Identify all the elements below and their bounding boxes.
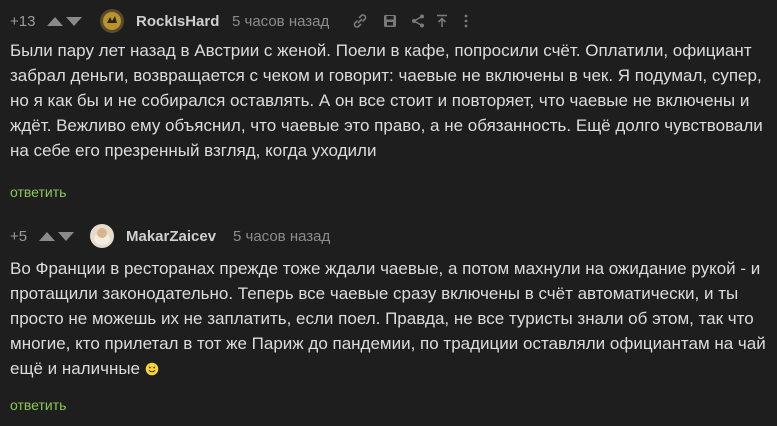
link-icon[interactable] bbox=[351, 12, 369, 30]
comment-score: +5 bbox=[10, 228, 28, 245]
more-icon[interactable] bbox=[457, 12, 475, 30]
comment-header: +5 MakarZaicev 5 часов назад bbox=[0, 217, 777, 261]
scroll-up-icon[interactable] bbox=[433, 12, 451, 30]
comment-text-body: Во Франции в ресторанах прежде тоже ждал… bbox=[10, 259, 766, 378]
vote-up-icon[interactable] bbox=[47, 17, 63, 26]
save-icon[interactable] bbox=[381, 12, 399, 30]
smiley-icon bbox=[145, 358, 159, 376]
reply-button[interactable]: ответить bbox=[10, 397, 66, 413]
author-name[interactable]: MakarZaicev bbox=[126, 228, 216, 245]
comment-time[interactable]: 5 часов назад bbox=[233, 228, 330, 245]
comment: +5 MakarZaicev 5 часов назад Во Франции … bbox=[0, 217, 777, 413]
comment-time[interactable]: 5 часов назад bbox=[232, 13, 329, 30]
avatar[interactable] bbox=[100, 9, 124, 33]
author-name[interactable]: RockIsHard bbox=[136, 13, 219, 30]
share-icon[interactable] bbox=[409, 12, 427, 30]
comment-text: Во Франции в ресторанах прежде тоже ждал… bbox=[10, 256, 770, 381]
vote-down-icon[interactable] bbox=[58, 232, 74, 241]
vote-up-icon[interactable] bbox=[39, 232, 55, 241]
avatar[interactable] bbox=[90, 224, 114, 248]
vote-down-icon[interactable] bbox=[66, 17, 82, 26]
reply-button[interactable]: ответить bbox=[10, 184, 66, 200]
comment: +13 RockIsHard 5 часов назад Были пару л bbox=[0, 0, 777, 200]
comment-text: Были пару лет назад в Австрии с женой. П… bbox=[10, 41, 763, 160]
comment-score: +13 bbox=[10, 13, 36, 30]
